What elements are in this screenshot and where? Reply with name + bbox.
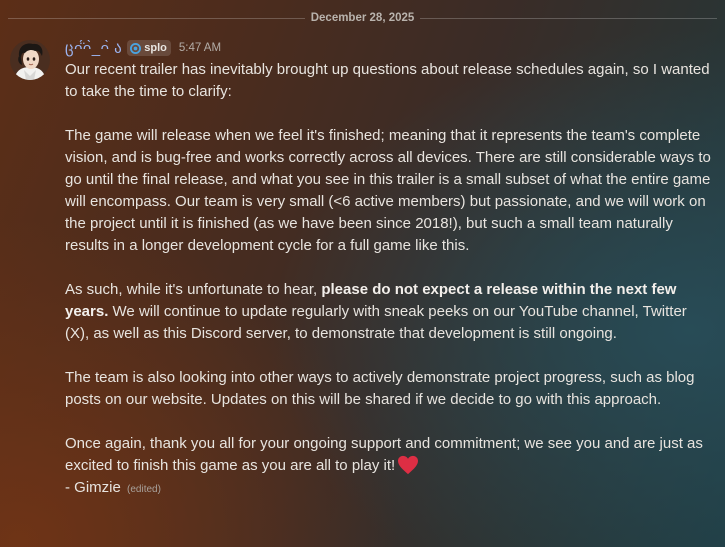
divider-line-left bbox=[8, 17, 305, 19]
message-paragraph-1: Our recent trailer has inevitably brough… bbox=[65, 61, 710, 100]
edited-label: (edited) bbox=[127, 484, 161, 495]
avatar-image bbox=[10, 40, 50, 80]
divider-line-right bbox=[420, 17, 718, 19]
message-timestamp[interactable]: 5:47 AM bbox=[179, 42, 221, 54]
message-paragraph-2: The game will release when we feel it's … bbox=[65, 127, 711, 254]
message-paragraph-5: Once again, thank you all for your ongoi… bbox=[65, 433, 715, 501]
message-header: ცᴖ̈́ᴖ̀_ᴖ̀ ა splo 5:47 AM bbox=[65, 39, 221, 57]
message-content: Our recent trailer has inevitably brough… bbox=[65, 59, 715, 501]
message-paragraph-3: As such, while it's unfortunate to hear,… bbox=[65, 279, 715, 345]
username[interactable]: ცᴖ̈́ᴖ̀_ᴖ̀ ა bbox=[65, 39, 122, 57]
closing-text: Once again, thank you all for your ongoi… bbox=[65, 435, 703, 474]
paragraph-3-rest: We will continue to update regularly wit… bbox=[65, 303, 687, 342]
message-paragraph-4: The team is also looking into other ways… bbox=[65, 369, 695, 408]
paragraph-3-intro: As such, while it's unfortunate to hear, bbox=[65, 281, 322, 298]
server-tag-label: splo bbox=[144, 42, 167, 54]
heart-icon bbox=[398, 455, 419, 475]
splo-tag-icon bbox=[130, 42, 142, 54]
signature: - Gimzie bbox=[65, 479, 121, 496]
divider-date: December 28, 2025 bbox=[310, 12, 415, 24]
date-divider: December 28, 2025 bbox=[8, 9, 718, 27]
server-tag[interactable]: splo bbox=[127, 40, 171, 56]
avatar[interactable] bbox=[10, 40, 50, 80]
